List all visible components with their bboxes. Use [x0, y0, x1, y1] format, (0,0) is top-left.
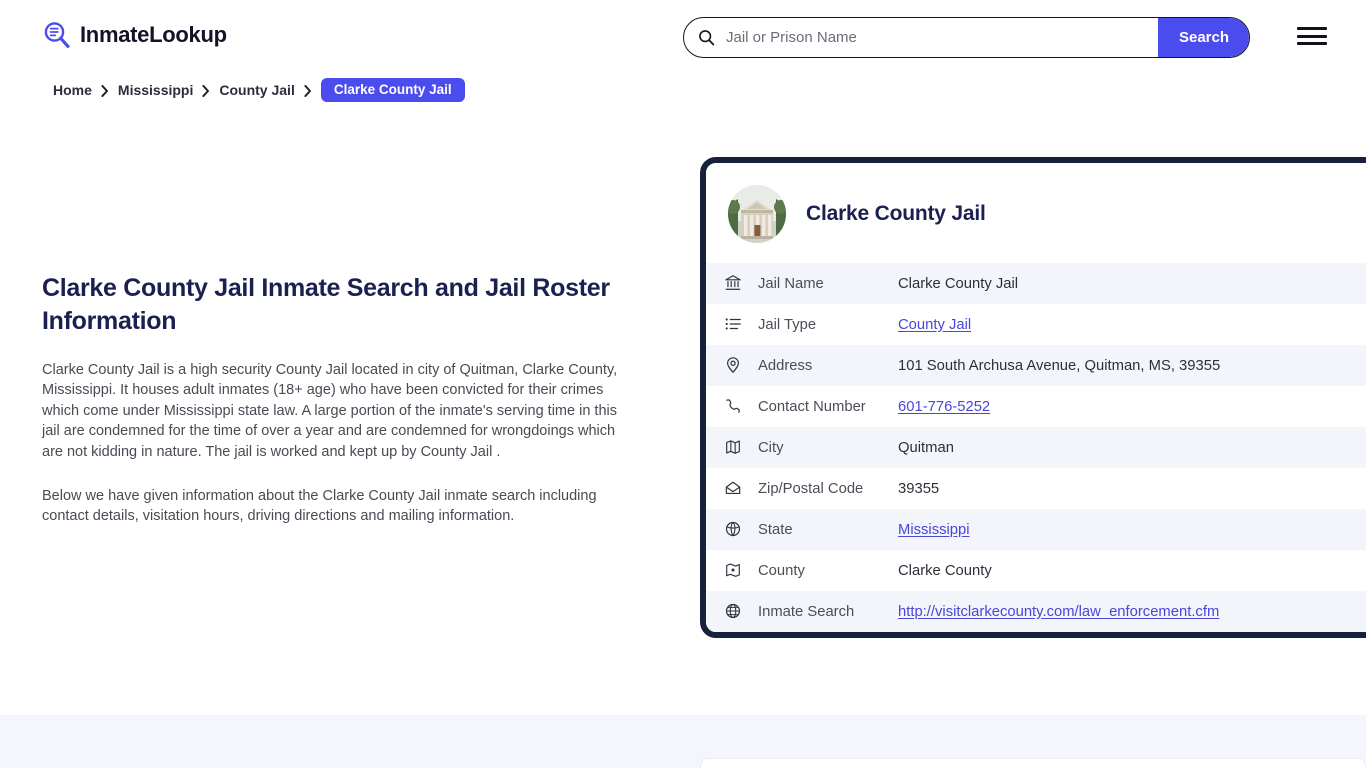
- bottom-card-peek: [700, 758, 1366, 768]
- chevron-right-icon: [304, 84, 312, 96]
- chevron-right-icon: [101, 84, 109, 96]
- map-icon: [724, 438, 744, 458]
- row-value-link[interactable]: 601-776-5252: [898, 399, 990, 415]
- row-label: State: [758, 522, 886, 538]
- table-row: Inmate Search http://visitclarkecounty.co…: [706, 591, 1366, 632]
- hamburger-menu-icon[interactable]: [1297, 25, 1327, 47]
- row-label: County: [758, 563, 886, 579]
- row-value-link[interactable]: County Jail: [898, 317, 971, 333]
- card-title: Clarke County Jail: [806, 202, 986, 226]
- list-icon: [724, 315, 744, 335]
- county-icon: [724, 561, 744, 581]
- row-label: Zip/Postal Code: [758, 481, 886, 497]
- envelope-icon: [724, 479, 744, 499]
- intro-paragraph-1: Clarke County Jail is a high security Co…: [42, 360, 637, 462]
- hamburger-bar: [1297, 27, 1327, 30]
- table-row: State Mississippi: [706, 509, 1366, 550]
- row-label: Address: [758, 358, 886, 374]
- table-row: Jail Type County Jail: [706, 304, 1366, 345]
- row-value-link[interactable]: Mississippi: [898, 522, 970, 538]
- breadcrumb-link[interactable]: Mississippi: [118, 82, 193, 98]
- row-value: Clarke County Jail: [898, 276, 1018, 292]
- breadcrumb: Home Mississippi County Jail Clarke County …: [53, 78, 465, 102]
- row-value-link[interactable]: http://visitclarkecounty.com/law_enforce…: [898, 604, 1219, 620]
- main-content: Clarke County Jail Inmate Search and Jai…: [42, 272, 642, 527]
- chevron-right-icon: [202, 84, 210, 96]
- row-value[interactable]: County Jail: [898, 317, 971, 333]
- row-value[interactable]: Mississippi: [898, 522, 970, 538]
- card-header: Clarke County Jail: [706, 163, 1366, 263]
- row-label: Contact Number: [758, 399, 886, 415]
- row-value: 101 South Archusa Avenue, Quitman, MS, 3…: [898, 358, 1220, 374]
- magnifier-lines-icon: [42, 20, 72, 50]
- intro-paragraph-2: Below we have given information about th…: [42, 486, 637, 527]
- row-label: Jail Name: [758, 276, 886, 292]
- row-value: 39355: [898, 481, 939, 497]
- globe-grid-icon: [724, 602, 744, 622]
- brand-name: InmateLookup: [80, 22, 227, 48]
- search-icon: [698, 29, 715, 46]
- row-label: City: [758, 440, 886, 456]
- row-value: Clarke County: [898, 563, 992, 579]
- globe-icon: [724, 520, 744, 540]
- hamburger-bar: [1297, 42, 1327, 45]
- table-row: Address 101 South Archusa Avenue, Quitman…: [706, 345, 1366, 386]
- row-label: Jail Type: [758, 317, 886, 333]
- table-row: Jail Name Clarke County Jail: [706, 263, 1366, 304]
- table-row: County Clarke County: [706, 550, 1366, 591]
- table-row: Contact Number 601-776-5252: [706, 386, 1366, 427]
- row-label: Inmate Search: [758, 604, 886, 620]
- breadcrumb-current: Clarke County Jail: [321, 78, 465, 102]
- site-header: InmateLookup Search: [0, 0, 1366, 72]
- search-button[interactable]: Search: [1158, 18, 1250, 57]
- row-value[interactable]: http://visitclarkecounty.com/law_enforce…: [898, 604, 1219, 620]
- breadcrumb-link[interactable]: County Jail: [219, 82, 294, 98]
- courthouse-photo: [728, 185, 786, 243]
- search-input[interactable]: [715, 18, 1158, 57]
- row-value[interactable]: 601-776-5252: [898, 399, 990, 415]
- phone-icon: [724, 397, 744, 417]
- table-row: Zip/Postal Code 39355: [706, 468, 1366, 509]
- page-title: Clarke County Jail Inmate Search and Jai…: [42, 272, 642, 338]
- bank-icon: [724, 274, 744, 294]
- row-value: Quitman: [898, 440, 954, 456]
- map-pin-icon: [724, 356, 744, 376]
- breadcrumb-link[interactable]: Home: [53, 82, 92, 98]
- table-row: City Quitman: [706, 427, 1366, 468]
- jail-info-table: Jail Name Clarke County Jail Jail Type Coun…: [706, 263, 1366, 632]
- hamburger-bar: [1297, 35, 1327, 38]
- brand-logo-link[interactable]: InmateLookup: [42, 20, 227, 50]
- jail-detail-card: Clarke County Jail Jail Name Clarke Count…: [700, 157, 1366, 638]
- search-bar[interactable]: Search: [683, 17, 1250, 58]
